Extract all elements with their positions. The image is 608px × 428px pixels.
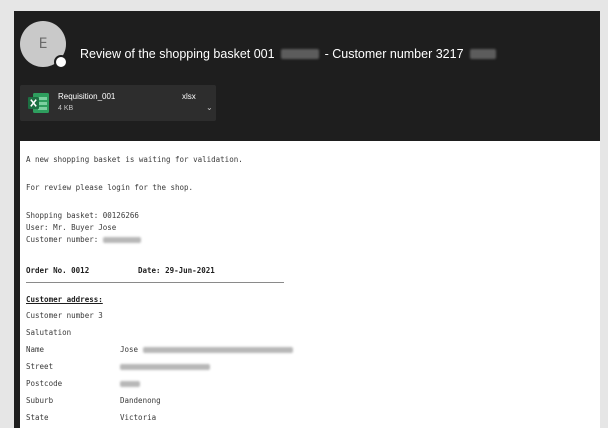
subject-suffix: - Customer number 3217 xyxy=(324,47,464,61)
name-first: Jose xyxy=(120,345,139,354)
attachment-chip[interactable]: Requisition_001 xlsx 4 KB ⌄ xyxy=(20,85,216,121)
chevron-down-icon[interactable]: ⌄ xyxy=(206,103,213,112)
order-number: Order No. 0012 xyxy=(26,266,90,275)
basket-line: Shopping basket: 00126266 xyxy=(26,211,139,220)
state-label: State xyxy=(26,413,49,422)
street-value xyxy=(120,362,210,371)
body-login-line: For review please login for the shop. xyxy=(26,183,194,192)
order-date: Date: 29-Jun-2021 xyxy=(138,266,215,275)
customer-number-row: Customer number 3 xyxy=(26,311,103,320)
email-subject: Review of the shopping basket 001 - Cust… xyxy=(80,47,496,61)
subject-prefix: Review of the shopping basket 001 xyxy=(80,47,275,61)
attachment-file-name: Requisition_001 xyxy=(58,92,116,101)
postcode-label: Postcode xyxy=(26,379,63,388)
attachment-size: 4 KB xyxy=(58,105,74,112)
email-body: A new shopping basket is waiting for val… xyxy=(20,141,600,428)
presence-status-icon xyxy=(54,55,68,69)
redacted-customer-number xyxy=(102,237,141,243)
attachment-extension: xlsx xyxy=(182,92,196,101)
suburb-label: Suburb xyxy=(26,396,54,405)
sender-initial: E xyxy=(38,36,48,52)
street-label: Street xyxy=(26,362,54,371)
state-value: Victoria xyxy=(120,413,157,422)
name-value: Jose xyxy=(120,345,293,354)
customer-address-heading: Customer address: xyxy=(26,295,103,304)
redacted-subject-text xyxy=(280,49,319,59)
customer-number-line: Customer number: xyxy=(26,235,141,244)
name-label: Name xyxy=(26,345,45,354)
user-line: User: Mr. Buyer Jose xyxy=(26,223,117,232)
email-reading-pane: E Review of the shopping basket 001 - Cu… xyxy=(14,11,600,428)
redacted-postcode xyxy=(120,381,140,387)
salutation-label: Salutation xyxy=(26,328,72,337)
redacted-subject-text xyxy=(469,49,496,59)
email-header: E Review of the shopping basket 001 - Cu… xyxy=(14,11,600,77)
body-intro-line: A new shopping basket is waiting for val… xyxy=(26,155,243,164)
postcode-value xyxy=(120,379,140,388)
excel-file-icon xyxy=(28,93,49,113)
divider xyxy=(26,282,284,283)
redacted-street xyxy=(120,364,210,370)
customer-number-label: Customer number: xyxy=(26,235,99,244)
suburb-value: Dandenong xyxy=(120,396,161,405)
redacted-name xyxy=(142,347,293,353)
